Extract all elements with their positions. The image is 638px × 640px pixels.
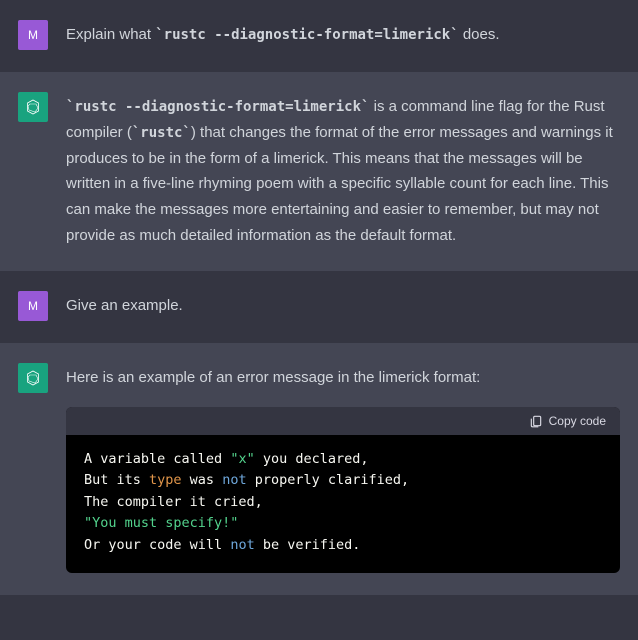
chat-message-user: M Explain what `rustc --diagnostic-forma… <box>0 0 638 72</box>
copy-code-button[interactable]: Copy code <box>529 414 606 428</box>
message-text: Explain what `rustc --diagnostic-format=… <box>66 20 620 50</box>
user-avatar-initial: M <box>28 299 38 313</box>
code-content: A variable called "x" you declared, But … <box>66 435 620 573</box>
clipboard-icon <box>529 414 543 428</box>
openai-logo-icon <box>23 368 43 388</box>
chat-message-assistant: `rustc --diagnostic-format=limerick` is … <box>0 72 638 271</box>
chat-message-user: M Give an example. <box>0 271 638 343</box>
user-avatar: M <box>18 291 48 321</box>
message-text: `rustc --diagnostic-format=limerick` is … <box>66 92 620 249</box>
code-block: Copy code A variable called "x" you decl… <box>66 407 620 573</box>
assistant-avatar <box>18 92 48 122</box>
user-avatar-initial: M <box>28 28 38 42</box>
chat-message-assistant: Here is an example of an error message i… <box>0 343 638 595</box>
assistant-avatar <box>18 363 48 393</box>
message-text: Here is an example of an error message i… <box>66 365 620 391</box>
message-text: Give an example. <box>66 291 620 321</box>
openai-logo-icon <box>23 97 43 117</box>
copy-code-label: Copy code <box>549 414 606 428</box>
code-block-header: Copy code <box>66 407 620 435</box>
message-body: Here is an example of an error message i… <box>66 363 620 573</box>
user-avatar: M <box>18 20 48 50</box>
